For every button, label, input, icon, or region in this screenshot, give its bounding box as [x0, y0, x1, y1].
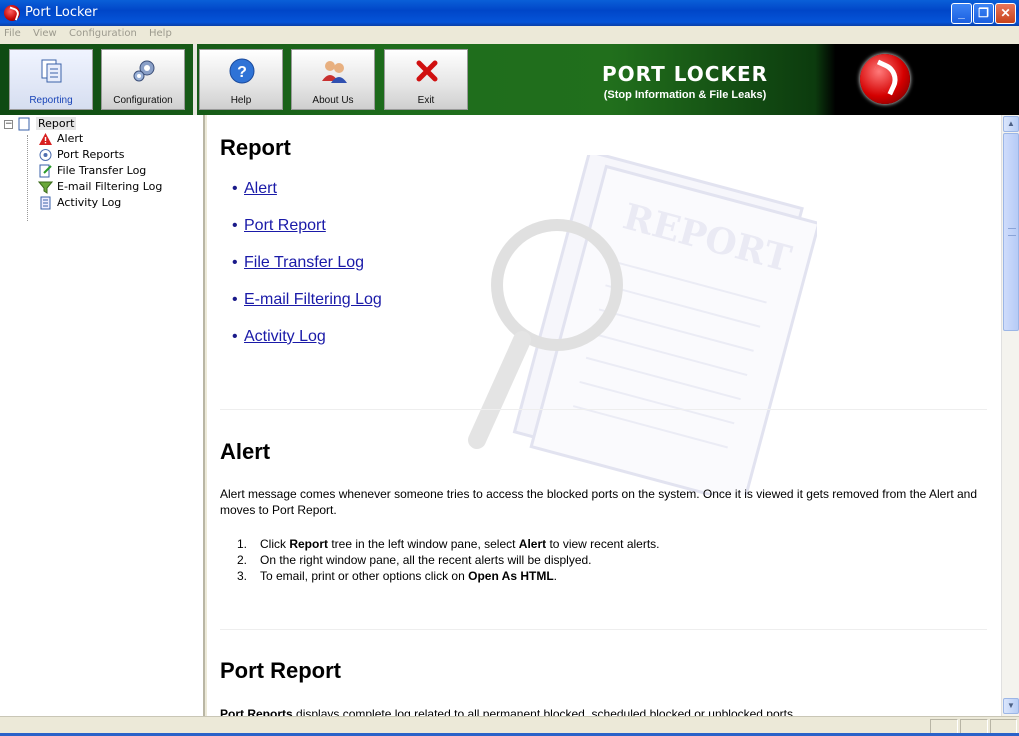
alert-link[interactable]: Alert — [244, 180, 277, 197]
menu-help[interactable]: Help — [149, 28, 172, 39]
port-report-heading: Port Report — [220, 658, 341, 683]
toolbar: Reporting Configuration ? Help About Us … — [0, 44, 1019, 115]
help-button[interactable]: ? Help — [199, 49, 283, 110]
scroll-up-icon[interactable]: ▲ — [1003, 116, 1019, 132]
email-filtering-log-link[interactable]: E-mail Filtering Log — [244, 291, 382, 308]
step-item: 2. On the right window pane, all the rece… — [237, 553, 592, 567]
report-folder-icon — [18, 117, 30, 131]
exit-label: Exit — [417, 95, 435, 106]
configuration-button[interactable]: Configuration — [101, 49, 185, 110]
list-item: Port Report — [232, 217, 382, 254]
list-item: Alert — [232, 180, 382, 217]
port-report-description: Port Reports displays complete log relat… — [220, 707, 797, 716]
file-transfer-icon — [39, 164, 52, 178]
scroll-down-icon[interactable]: ▼ — [1003, 698, 1019, 714]
port-reports-icon — [39, 149, 52, 161]
tree-item-email-filtering-log[interactable]: E-mail Filtering Log — [38, 180, 162, 196]
email-filter-icon — [38, 181, 53, 194]
svg-text:?: ? — [237, 64, 247, 81]
report-link-list: Alert Port Report File Transfer Log E-ma… — [232, 180, 382, 365]
brand-logo-icon — [860, 54, 910, 104]
tree-item-report[interactable]: − Report — [4, 117, 77, 133]
alert-icon — [39, 133, 52, 145]
report-tree: − Report Alert Port Reports File Transfer… — [0, 115, 205, 716]
report-watermark-icon: REPORT — [468, 155, 817, 495]
tree-item-label: File Transfer Log — [57, 164, 147, 177]
about-us-button[interactable]: About Us — [291, 49, 375, 110]
brand-subtitle: (Stop Information & File Leaks) — [603, 89, 767, 101]
menu-view[interactable]: View — [33, 28, 57, 39]
port-report-link[interactable]: Port Report — [244, 217, 326, 234]
list-item: Activity Log — [232, 328, 382, 365]
toolbar-separator — [193, 44, 197, 115]
report-heading: Report — [220, 135, 291, 160]
grip-icon — [1008, 228, 1016, 236]
section-divider — [220, 409, 987, 410]
minimize-button[interactable]: _ — [951, 3, 972, 24]
list-item: File Transfer Log — [232, 254, 382, 291]
alert-heading: Alert — [220, 439, 271, 464]
tree-item-label: Alert — [57, 132, 84, 145]
help-label: Help — [230, 95, 252, 106]
menu-file[interactable]: File — [4, 28, 21, 39]
menu-configuration[interactable]: Configuration — [69, 28, 137, 39]
alert-description: Alert message comes whenever someone tri… — [220, 487, 978, 517]
step-item: 1. Click Report tree in the left window p… — [237, 537, 660, 551]
menu-bar: File View Configuration Help — [0, 26, 1019, 44]
tree-item-activity-log[interactable]: Activity Log — [38, 196, 121, 212]
window-title: Port Locker — [25, 5, 98, 20]
activity-log-icon — [40, 196, 51, 210]
tree-item-label: Activity Log — [57, 196, 122, 209]
tree-item-label: Port Reports — [57, 148, 125, 161]
help-content-pane: REPORT Report Alert Port Report File Tra… — [207, 115, 1001, 716]
alert-steps: 1. Click Report tree in the left window p… — [237, 536, 660, 584]
close-button[interactable]: ✕ — [995, 3, 1016, 24]
tree-item-alert[interactable]: Alert — [38, 132, 83, 148]
app-logo-icon — [4, 5, 20, 21]
scroll-thumb[interactable] — [1003, 133, 1019, 331]
restore-button[interactable]: ❐ — [973, 3, 994, 24]
brand-title: PORT LOCKER — [601, 62, 769, 86]
tree-item-label: E-mail Filtering Log — [57, 180, 163, 193]
tree-item-port-reports[interactable]: Port Reports — [38, 148, 125, 164]
reporting-label: Reporting — [29, 95, 73, 106]
file-transfer-log-link[interactable]: File Transfer Log — [244, 254, 364, 271]
reporting-icon — [41, 59, 62, 83]
tree-item-label: Report — [36, 117, 77, 130]
list-item: E-mail Filtering Log — [232, 291, 382, 328]
section-divider — [220, 629, 987, 630]
about-us-icon — [322, 61, 347, 83]
configuration-icon — [133, 60, 155, 82]
tree-connector — [27, 135, 28, 221]
configuration-label: Configuration — [113, 95, 173, 106]
step-item: 3. To email, print or other options click… — [237, 569, 558, 583]
title-bar: Port Locker _ ❐ ✕ — [0, 0, 1019, 26]
collapse-icon[interactable]: − — [4, 119, 13, 129]
exit-icon — [416, 60, 438, 82]
reporting-button[interactable]: Reporting — [9, 49, 93, 110]
vertical-scrollbar[interactable]: ▲ ▼ — [1001, 115, 1019, 716]
help-icon: ? — [229, 58, 255, 84]
about-us-label: About Us — [312, 95, 354, 106]
tree-item-file-transfer-log[interactable]: File Transfer Log — [38, 164, 146, 180]
activity-log-link[interactable]: Activity Log — [244, 328, 326, 345]
exit-button[interactable]: Exit — [384, 49, 468, 110]
